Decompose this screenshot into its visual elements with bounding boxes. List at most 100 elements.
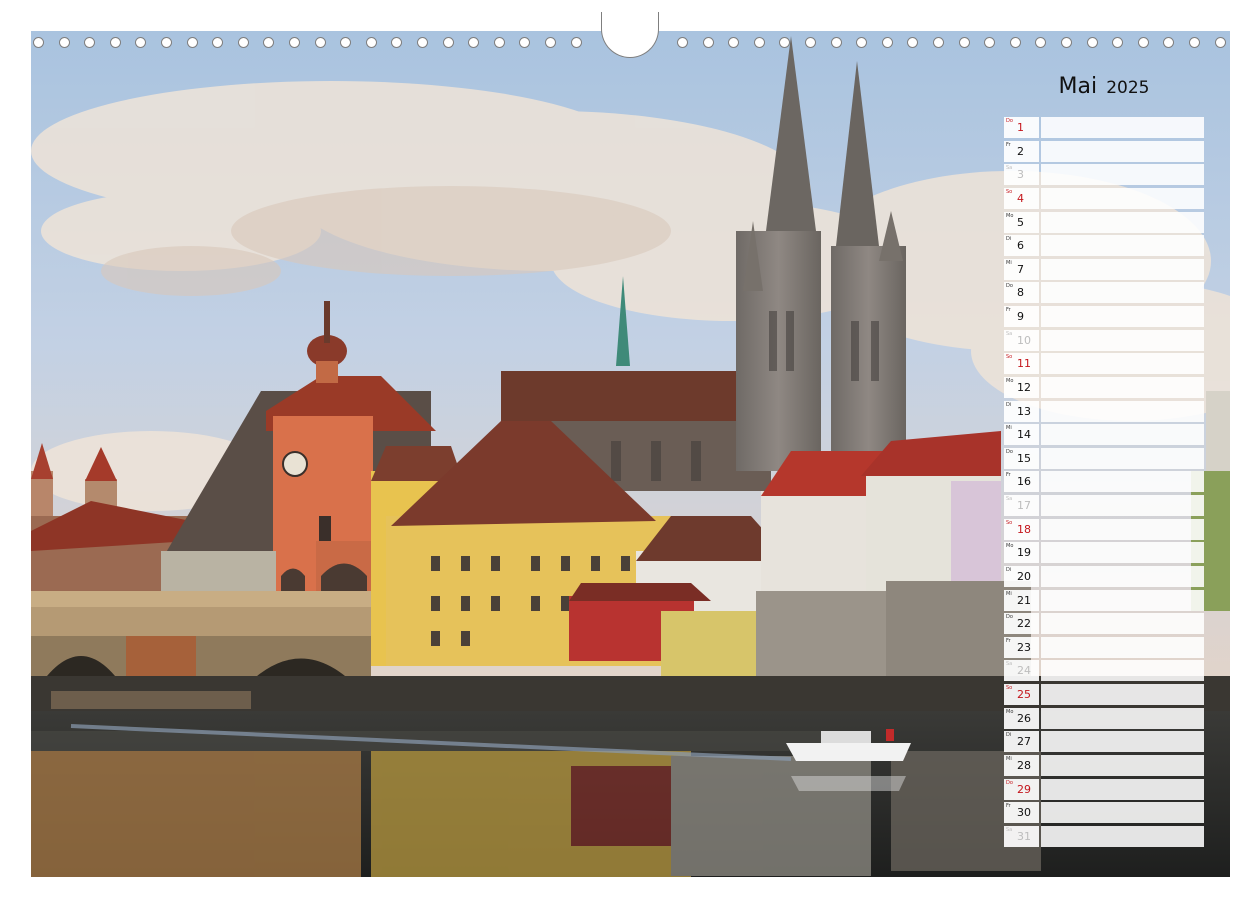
note-field bbox=[1041, 235, 1204, 256]
day-cell: So 25 bbox=[1004, 684, 1039, 705]
note-field bbox=[1041, 164, 1204, 185]
day-cell: Sa 31 bbox=[1004, 826, 1039, 847]
day-cell: Do 8 bbox=[1004, 282, 1039, 303]
note-field bbox=[1041, 495, 1204, 516]
day-row: Do 1 bbox=[1004, 117, 1204, 138]
day-number: 12 bbox=[1017, 381, 1031, 394]
day-cell: Fr 2 bbox=[1004, 141, 1039, 162]
note-field bbox=[1041, 613, 1204, 634]
day-row: Sa 17 bbox=[1004, 495, 1204, 516]
weekday-label: Di bbox=[1006, 567, 1012, 573]
day-row: Mi 14 bbox=[1004, 424, 1204, 445]
spiral-ring-icon bbox=[468, 37, 479, 48]
note-field bbox=[1041, 212, 1204, 233]
day-cell: Do 22 bbox=[1004, 613, 1039, 634]
month-title: Mai 2025 bbox=[1004, 74, 1204, 104]
spiral-ring-icon bbox=[1087, 37, 1098, 48]
spiral-ring-icon bbox=[882, 37, 893, 48]
note-field bbox=[1041, 542, 1204, 563]
note-field bbox=[1041, 424, 1204, 445]
weekday-label: Fr bbox=[1006, 472, 1011, 478]
day-row: Do 15 bbox=[1004, 448, 1204, 469]
day-number: 22 bbox=[1017, 617, 1031, 630]
day-cell: Mo 26 bbox=[1004, 708, 1039, 729]
day-number: 9 bbox=[1017, 310, 1024, 323]
spiral-ring-icon bbox=[1215, 37, 1226, 48]
day-cell: Sa 10 bbox=[1004, 330, 1039, 351]
note-field bbox=[1041, 660, 1204, 681]
weekday-label: So bbox=[1006, 189, 1013, 195]
spiral-ring-icon bbox=[571, 37, 582, 48]
spiral-ring-icon bbox=[728, 37, 739, 48]
spiral-ring-icon bbox=[212, 37, 223, 48]
day-cell: Di 6 bbox=[1004, 235, 1039, 256]
day-row: Sa 31 bbox=[1004, 826, 1204, 847]
day-number: 7 bbox=[1017, 263, 1024, 276]
day-number: 15 bbox=[1017, 452, 1031, 465]
day-number: 17 bbox=[1017, 499, 1031, 512]
note-field bbox=[1041, 401, 1204, 422]
spiral-ring-icon bbox=[856, 37, 867, 48]
day-cell: Sa 17 bbox=[1004, 495, 1039, 516]
weekday-label: So bbox=[1006, 354, 1013, 360]
spiral-ring-icon bbox=[959, 37, 970, 48]
note-field bbox=[1041, 731, 1204, 752]
day-number: 24 bbox=[1017, 664, 1031, 677]
weekday-label: So bbox=[1006, 520, 1013, 526]
weekday-label: Mo bbox=[1006, 378, 1014, 384]
day-number: 6 bbox=[1017, 239, 1024, 252]
day-cell: Fr 23 bbox=[1004, 637, 1039, 658]
weekday-label: Sa bbox=[1006, 331, 1013, 337]
day-cell: Fr 30 bbox=[1004, 802, 1039, 823]
day-number: 1 bbox=[1017, 121, 1024, 134]
spiral-ring-icon bbox=[1035, 37, 1046, 48]
day-cell: So 11 bbox=[1004, 353, 1039, 374]
spiral-ring-icon bbox=[1010, 37, 1021, 48]
day-row: Di 27 bbox=[1004, 731, 1204, 752]
day-row: So 11 bbox=[1004, 353, 1204, 374]
spiral-ring-icon bbox=[984, 37, 995, 48]
day-number: 8 bbox=[1017, 286, 1024, 299]
weekday-label: Fr bbox=[1006, 307, 1011, 313]
day-number: 16 bbox=[1017, 475, 1031, 488]
weekday-label: Mi bbox=[1006, 756, 1012, 762]
weekday-label: Sa bbox=[1006, 827, 1013, 833]
weekday-label: Do bbox=[1006, 614, 1013, 620]
weekday-label: Sa bbox=[1006, 496, 1013, 502]
day-number: 27 bbox=[1017, 735, 1031, 748]
day-cell: Sa 3 bbox=[1004, 164, 1039, 185]
spiral-ring-icon bbox=[779, 37, 790, 48]
weekday-label: Mo bbox=[1006, 543, 1014, 549]
spiral-ring-icon bbox=[238, 37, 249, 48]
spiral-ring-icon bbox=[519, 37, 530, 48]
day-cell: Sa 24 bbox=[1004, 660, 1039, 681]
day-row: So 18 bbox=[1004, 519, 1204, 540]
spiral-ring-icon bbox=[1163, 37, 1174, 48]
weekday-label: Mi bbox=[1006, 425, 1012, 431]
weekday-label: Do bbox=[1006, 780, 1013, 786]
day-cell: Do 15 bbox=[1004, 448, 1039, 469]
spiral-ring-icon bbox=[263, 37, 274, 48]
day-row: Fr 9 bbox=[1004, 306, 1204, 327]
day-number: 5 bbox=[1017, 216, 1024, 229]
weekday-label: Fr bbox=[1006, 803, 1011, 809]
weekday-label: Di bbox=[1006, 732, 1012, 738]
note-field bbox=[1041, 708, 1204, 729]
spiral-ring-icon bbox=[443, 37, 454, 48]
day-cell: Mi 14 bbox=[1004, 424, 1039, 445]
day-row: So 25 bbox=[1004, 684, 1204, 705]
day-cell: Mo 5 bbox=[1004, 212, 1039, 233]
day-row: Do 29 bbox=[1004, 779, 1204, 800]
day-cell: So 4 bbox=[1004, 188, 1039, 209]
spiral-ring-icon bbox=[315, 37, 326, 48]
day-row: Sa 24 bbox=[1004, 660, 1204, 681]
day-number: 4 bbox=[1017, 192, 1024, 205]
spiral-ring-icon bbox=[831, 37, 842, 48]
day-cell: Fr 16 bbox=[1004, 471, 1039, 492]
spiral-ring-icon bbox=[59, 37, 70, 48]
spiral-ring-icon bbox=[494, 37, 505, 48]
day-number: 28 bbox=[1017, 759, 1031, 772]
note-field bbox=[1041, 330, 1204, 351]
day-number: 3 bbox=[1017, 168, 1024, 181]
day-row: Mo 26 bbox=[1004, 708, 1204, 729]
